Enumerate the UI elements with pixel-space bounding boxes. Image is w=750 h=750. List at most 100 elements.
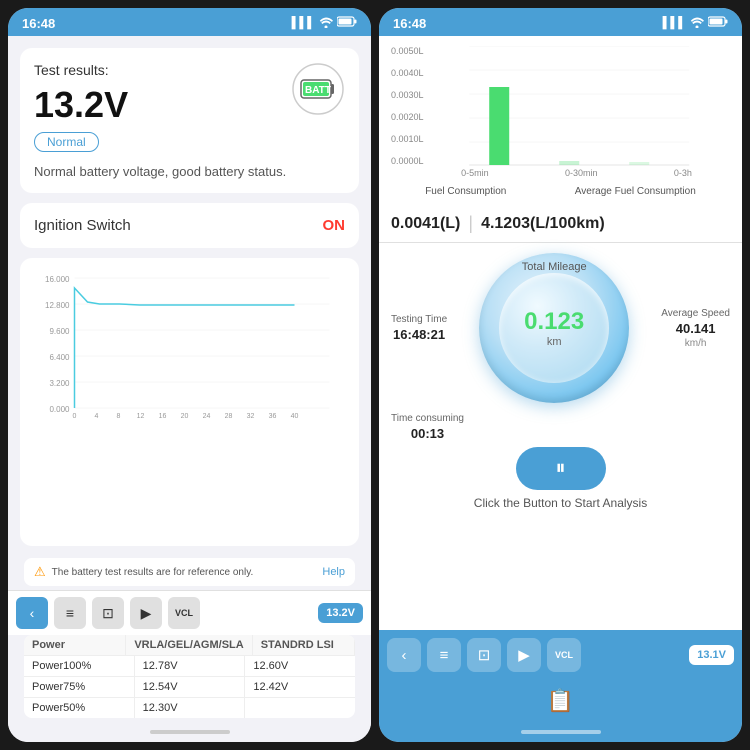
left-phone-content: Test results: 13.2V Normal BATT Norma bbox=[8, 36, 371, 742]
pause-button[interactable]: ⏸ bbox=[516, 447, 606, 490]
home-bar bbox=[150, 730, 230, 734]
svg-text:6.400: 6.400 bbox=[49, 353, 70, 362]
battery-icon bbox=[337, 16, 357, 30]
speedo-title: Total Mileage bbox=[522, 261, 587, 273]
mileage-unit: km bbox=[547, 336, 562, 348]
svg-text:36: 36 bbox=[269, 413, 277, 418]
voltage-chart-card: 16.000 12.800 9.600 6.400 3.200 0.000 0 … bbox=[20, 258, 359, 546]
cell-std-75: 12.42V bbox=[245, 677, 355, 697]
testing-time-col: Testing Time 16:48:21 bbox=[391, 314, 447, 342]
test-results-card: Test results: 13.2V Normal BATT Norma bbox=[20, 48, 359, 193]
col-vrla: VRLA/GEL/AGM/SLA bbox=[126, 635, 252, 655]
fuel-consumption-label: Fuel Consumption bbox=[425, 186, 506, 197]
fuel-chart-row: 0.0050L 0.0040L 0.0030L 0.0020L 0.0010L … bbox=[391, 46, 730, 166]
speedometer: 0.123 km Total Mileage bbox=[479, 253, 629, 403]
avg-speed-label: Average Speed bbox=[661, 308, 730, 319]
left-main-content: Test results: 13.2V Normal BATT Norma bbox=[8, 36, 371, 558]
right-footer: 📋 bbox=[379, 680, 742, 722]
signal-icon: ▌▌▌ bbox=[292, 17, 315, 29]
svg-text:16.000: 16.000 bbox=[45, 275, 70, 284]
avg-speed-col: Average Speed 40.141 km/h bbox=[661, 308, 730, 349]
svg-text:0: 0 bbox=[73, 413, 77, 418]
right-home-indicator bbox=[379, 722, 742, 742]
testing-time-value: 16:48:21 bbox=[393, 327, 445, 342]
play-button[interactable]: ▶ bbox=[130, 597, 162, 629]
start-analysis-label: Click the Button to Start Analysis bbox=[474, 496, 647, 510]
filter-icon: ≡ bbox=[66, 605, 74, 621]
mileage-value: 0.123 bbox=[524, 308, 584, 336]
left-time: 16:48 bbox=[22, 16, 55, 31]
r-play-icon: ▶ bbox=[518, 646, 530, 664]
avg-fuel-label: Average Fuel Consumption bbox=[575, 186, 696, 197]
time-consuming-label: Time consuming bbox=[391, 413, 464, 424]
fuel-consumption-value: 0.0041(L) bbox=[391, 215, 460, 233]
svg-text:20: 20 bbox=[181, 413, 189, 418]
screens-container: 16:48 ▌▌▌ bbox=[0, 0, 750, 750]
col-standrd: STANDRD LSI bbox=[253, 635, 355, 655]
avg-speed-value: 40.141 bbox=[676, 321, 716, 336]
ignition-card: Ignition Switch ON bbox=[20, 203, 359, 248]
filter-button[interactable]: ≡ bbox=[54, 597, 86, 629]
cell-std-100: 12.60V bbox=[245, 656, 355, 676]
avg-consumption-value: 4.1203(L/100km) bbox=[481, 215, 605, 233]
info-text: The battery test results are for referen… bbox=[52, 567, 254, 578]
left-bottom-toolbar: ‹ ≡ ⊡ ▶ VCL 13.2V bbox=[8, 590, 371, 635]
back-button[interactable]: ‹ bbox=[16, 597, 48, 629]
r-voltage-badge: 13.1V bbox=[689, 645, 734, 665]
cell-p50: Power50% bbox=[24, 698, 135, 718]
voltage-chart: 16.000 12.800 9.600 6.400 3.200 0.000 0 … bbox=[30, 268, 349, 418]
fuel-y-labels: 0.0050L 0.0040L 0.0030L 0.0020L 0.0010L … bbox=[391, 46, 428, 166]
fuel-chart-area: 0.0050L 0.0040L 0.0030L 0.0020L 0.0010L … bbox=[379, 36, 742, 205]
time-consuming-value: 00:13 bbox=[411, 426, 444, 441]
fuel-bar-chart bbox=[428, 46, 730, 166]
svg-text:40: 40 bbox=[291, 413, 299, 418]
svg-text:BATT: BATT bbox=[305, 85, 331, 96]
r-filter-button[interactable]: ≡ bbox=[427, 638, 461, 672]
help-link[interactable]: Help bbox=[322, 566, 345, 578]
svg-text:9.600: 9.600 bbox=[49, 327, 70, 336]
crop-icon: ⊡ bbox=[102, 605, 114, 622]
vcl-button[interactable]: VCL bbox=[168, 597, 200, 629]
svg-text:0.000: 0.000 bbox=[49, 405, 70, 414]
r-back-button[interactable]: ‹ bbox=[387, 638, 421, 672]
right-status-icons: ▌▌▌ bbox=[663, 16, 728, 31]
fuel-separator: | bbox=[468, 213, 473, 234]
r-vcl-label: VCL bbox=[555, 650, 573, 660]
svg-text:32: 32 bbox=[247, 413, 255, 418]
r-crop-icon: ⊡ bbox=[478, 646, 491, 664]
table-popup-wrapper: Power VRLA/GEL/AGM/SLA STANDRD LSI Power… bbox=[8, 635, 371, 722]
fuel-values-row: 0.0041(L) | 4.1203(L/100km) bbox=[379, 205, 742, 243]
cell-vrla-75: 12.54V bbox=[135, 677, 246, 697]
normal-description: Normal battery voltage, good battery sta… bbox=[34, 164, 345, 179]
stats-row-top: Testing Time 16:48:21 0.123 km Total Mil… bbox=[391, 253, 730, 403]
note-icon: 📋 bbox=[547, 688, 574, 714]
left-status-bar: 16:48 ▌▌▌ bbox=[8, 8, 371, 36]
info-icon: ⚠ bbox=[34, 564, 46, 580]
info-bar-wrapper: ⚠ The battery test results are for refer… bbox=[8, 558, 371, 590]
r-back-icon: ‹ bbox=[402, 647, 407, 664]
r-vcl-button[interactable]: VCL bbox=[547, 638, 581, 672]
r-battery-icon bbox=[708, 16, 728, 30]
right-time: 16:48 bbox=[393, 16, 426, 31]
crop-button[interactable]: ⊡ bbox=[92, 597, 124, 629]
battery-large-icon: BATT bbox=[291, 62, 345, 116]
speedo-ring: 0.123 km bbox=[479, 253, 629, 403]
speedo-inner: 0.123 km bbox=[499, 273, 609, 383]
play-icon: ▶ bbox=[141, 605, 152, 622]
testing-time-label: Testing Time bbox=[391, 314, 447, 325]
info-bar: ⚠ The battery test results are for refer… bbox=[24, 558, 355, 586]
right-status-bar: 16:48 ▌▌▌ bbox=[379, 8, 742, 36]
r-crop-button[interactable]: ⊡ bbox=[467, 638, 501, 672]
table-row: Power50% 12.30V bbox=[24, 698, 355, 718]
r-signal-icon: ▌▌▌ bbox=[663, 17, 686, 29]
svg-text:3.200: 3.200 bbox=[49, 379, 70, 388]
pause-icon: ⏸ bbox=[556, 457, 566, 480]
left-phone: 16:48 ▌▌▌ bbox=[8, 8, 371, 742]
r-home-bar bbox=[521, 730, 601, 734]
cell-p75: Power75% bbox=[24, 677, 135, 697]
ignition-label: Ignition Switch bbox=[34, 217, 131, 234]
r-play-button[interactable]: ▶ bbox=[507, 638, 541, 672]
svg-text:12.800: 12.800 bbox=[45, 301, 70, 310]
svg-text:28: 28 bbox=[225, 413, 233, 418]
svg-text:8: 8 bbox=[117, 413, 121, 418]
